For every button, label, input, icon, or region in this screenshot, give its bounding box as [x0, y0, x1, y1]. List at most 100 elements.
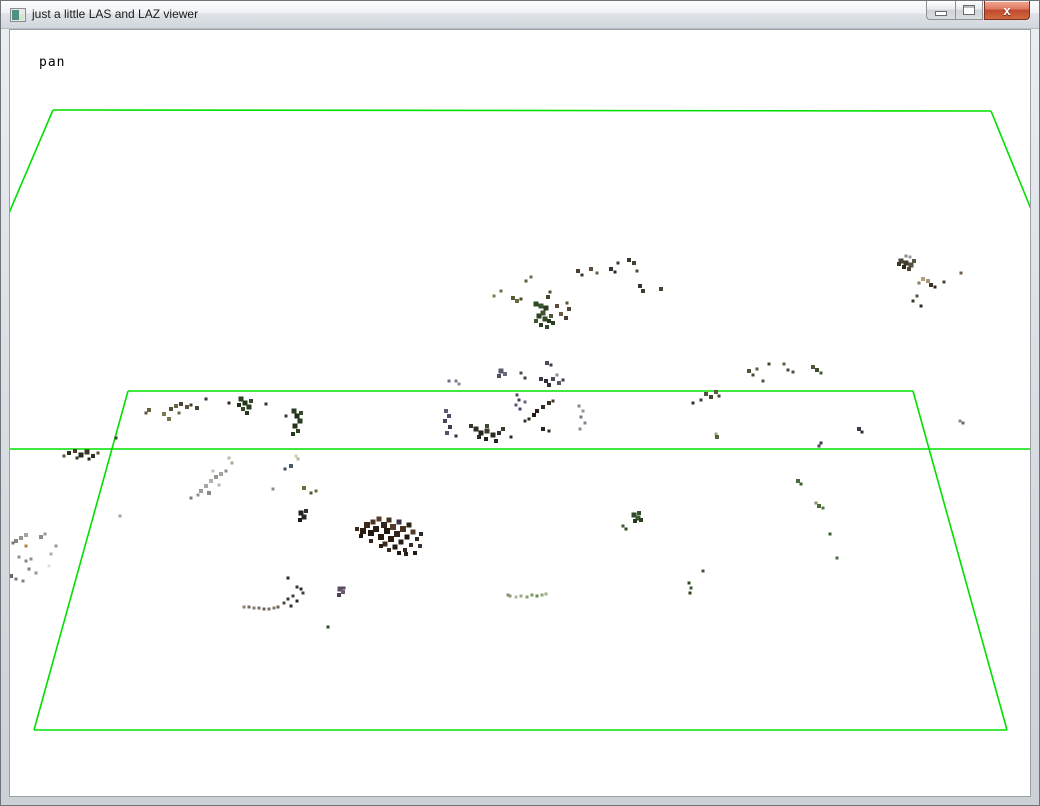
lidar-point	[579, 428, 582, 431]
lidar-point	[225, 470, 228, 473]
lidar-point	[302, 486, 306, 490]
lidar-point	[443, 419, 447, 423]
lidar-point	[541, 594, 544, 597]
lidar-point	[518, 399, 521, 402]
lidar-point	[564, 316, 568, 320]
lidar-point	[285, 415, 288, 418]
lidar-point	[537, 314, 542, 319]
bounding-box-edge	[913, 391, 1007, 730]
lidar-point	[641, 289, 645, 293]
lidar-point	[411, 530, 416, 535]
lidar-point	[145, 412, 148, 415]
lidar-point	[493, 295, 496, 298]
lidar-point	[287, 598, 290, 601]
titlebar[interactable]: just a little LAS and LAZ viewer x	[1, 1, 1039, 29]
lidar-point	[407, 523, 412, 528]
lidar-point	[247, 405, 252, 410]
lidar-point	[50, 553, 53, 556]
lidar-point	[581, 274, 584, 277]
lidar-point	[920, 305, 923, 308]
lidar-point	[916, 295, 919, 298]
lidar-point	[185, 405, 189, 409]
lidar-point	[162, 412, 166, 416]
lidar-point	[960, 272, 963, 275]
close-button[interactable]: x	[984, 1, 1030, 20]
lidar-point	[298, 518, 302, 522]
lidar-point	[355, 527, 359, 531]
lidar-point	[30, 558, 33, 561]
minimize-button[interactable]	[926, 1, 955, 20]
lidar-point	[820, 442, 823, 445]
lidar-point	[562, 379, 565, 382]
lidar-point	[22, 580, 25, 583]
lidar-point	[448, 425, 452, 429]
lidar-point	[302, 592, 305, 595]
lidar-point	[444, 409, 448, 413]
lidar-point	[283, 602, 286, 605]
lidar-point	[549, 314, 553, 318]
lidar-point	[566, 302, 569, 305]
lidar-point	[178, 412, 181, 415]
lidar-point	[543, 317, 548, 322]
lidar-point	[909, 263, 914, 268]
lidar-point	[209, 479, 213, 483]
maximize-button[interactable]	[955, 1, 983, 20]
lidar-point	[253, 607, 256, 610]
lidar-point	[293, 424, 298, 429]
lidar-point	[532, 413, 536, 417]
lidar-point	[204, 484, 208, 488]
lidar-point	[297, 458, 300, 461]
lidar-point	[525, 280, 528, 283]
lidar-point	[578, 405, 581, 408]
bounding-box-edge	[34, 391, 128, 730]
lidar-point	[299, 411, 303, 415]
lidar-point	[625, 528, 628, 531]
lidar-point	[289, 464, 293, 468]
lidar-point	[557, 381, 561, 385]
lidar-point	[404, 552, 408, 556]
lidar-point	[659, 287, 663, 291]
lidar-point	[39, 535, 43, 539]
point-cloud-svg[interactable]	[10, 30, 1030, 796]
lidar-point	[897, 262, 901, 266]
lidar-point	[387, 548, 391, 552]
lidar-point	[547, 319, 551, 323]
lidar-point	[617, 262, 620, 265]
lidar-point	[295, 455, 298, 458]
lidar-point	[73, 449, 77, 453]
lidar-point	[405, 535, 410, 540]
lidar-point	[836, 557, 839, 560]
lidar-point	[768, 363, 771, 366]
lidar-point	[393, 545, 398, 550]
lidar-point	[469, 424, 473, 428]
lidar-point	[556, 374, 559, 377]
lidar-point	[912, 300, 915, 303]
lidar-point	[76, 457, 79, 460]
window-controls: x	[926, 1, 1030, 20]
lidar-point	[519, 408, 522, 411]
lidar-point	[520, 372, 523, 375]
lidar-point	[929, 283, 933, 287]
lidar-point	[690, 587, 693, 590]
lidar-point	[447, 414, 451, 418]
lidar-point	[237, 403, 241, 407]
lidar-point	[541, 405, 545, 409]
lidar-point	[520, 595, 523, 598]
lidar-point	[491, 433, 496, 438]
lidar-point	[205, 398, 208, 401]
lidar-point	[907, 267, 911, 271]
lidar-point	[622, 525, 625, 528]
lidar-point	[378, 534, 384, 540]
lidar-point	[296, 429, 300, 433]
lidar-point	[10, 574, 13, 578]
lidar-point	[115, 437, 118, 440]
lidar-point	[343, 587, 346, 590]
lidar-point	[55, 545, 58, 548]
lidar-point	[290, 605, 293, 608]
lidar-point	[692, 402, 695, 405]
viewer-canvas[interactable]: pan	[9, 29, 1031, 797]
lidar-point	[248, 606, 251, 609]
lidar-point	[822, 507, 825, 510]
lidar-point	[905, 255, 908, 258]
lidar-point	[718, 395, 721, 398]
